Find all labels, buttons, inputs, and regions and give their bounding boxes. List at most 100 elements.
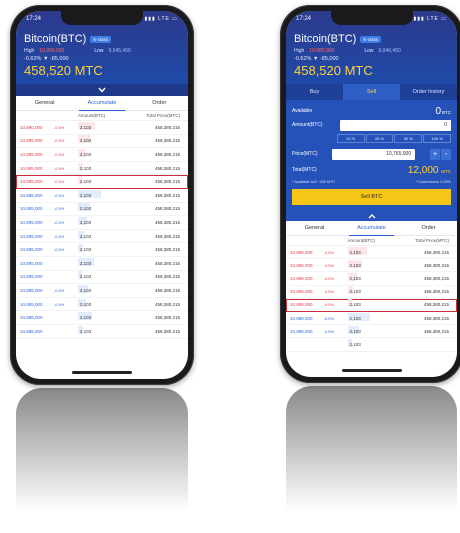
bid-row[interactable]: 10,885,000 -0.5% 2,103 458,380,215 (16, 284, 188, 298)
bid-row[interactable]: 10,885,000 -0.5% 2,103 458,380,215 (16, 189, 188, 203)
row-amount: 2,103 (77, 257, 119, 266)
bid-row[interactable]: 10,885,000 -0.5% 2,103 458,380,215 (16, 298, 188, 312)
price-change: -0.62% ▼ -85,000 (24, 56, 69, 62)
price-change: -0.62% ▼ -85,000 (294, 56, 339, 62)
row-total: 458,380,215 (154, 233, 180, 239)
row-total: 458,380,215 (154, 287, 180, 293)
plus-button[interactable]: + (429, 148, 440, 160)
row-price: 10,885,000 (20, 206, 43, 212)
low-label: Low (364, 48, 374, 54)
bid-row[interactable]: 10,886,000 -0.5% 2,103 458,380,215 (286, 325, 457, 339)
row-price: 10,885,000 (20, 138, 43, 144)
tab-order[interactable]: Order (131, 96, 188, 110)
row-price: 10,885,000 (20, 247, 43, 253)
bid-row[interactable]: 2,103 (286, 338, 457, 352)
ask-row[interactable]: 10,885,000 -0.5% 2,103 458,380,215 (16, 135, 188, 149)
total-value: 12,000 MTC (407, 164, 451, 176)
price-label: Price(MTC) (292, 151, 318, 157)
ask-row[interactable]: 10,890,000 -0.5% 2,103 458,380,215 (16, 121, 188, 135)
tab-sell[interactable]: Sell (343, 84, 400, 100)
collapse-button[interactable] (16, 84, 188, 96)
col-price (16, 113, 78, 118)
percent-100-button[interactable]: 100 % (423, 134, 451, 143)
row-total: 458,380,215 (154, 328, 180, 334)
table-header: Amount(BTC) Total Price(MTC) (16, 111, 188, 121)
row-change: -0.5% (53, 206, 65, 212)
ask-row[interactable]: 10,886,000 -0.5% 2,103 458,380,215 (286, 286, 457, 299)
row-total: 458,380,215 (154, 151, 180, 157)
percent-25-button[interactable]: 25 % (365, 134, 394, 143)
coin-title[interactable]: Bitcoin(BTC) (24, 33, 86, 45)
row-price: 10,886,000 (290, 328, 313, 334)
high-value: 10,990,000 (39, 48, 65, 54)
col-total: Total Price(MTC) (415, 238, 449, 243)
tab-general[interactable]: General (286, 221, 343, 235)
low-label: Low (94, 48, 104, 54)
tab-order-history[interactable]: Order history (400, 84, 457, 100)
bid-row[interactable]: 10,886,000 -0.5% 2,103 458,380,215 (286, 312, 457, 326)
row-price: 10,890,000 (20, 124, 43, 130)
orderbook-rows: 10,890,000 -0.5% 2,103 458,380,215 10,885,00… (16, 121, 188, 339)
ask-row[interactable]: 10,885,000 -0.5% 2,103 458,380,215 (16, 162, 188, 176)
tab-order[interactable]: Order (400, 221, 457, 235)
row-change: -0.5% (323, 315, 335, 321)
row-price: 10,885,000 (20, 219, 43, 225)
row-change: -0.5% (53, 247, 65, 253)
row-price: 10,885,000 (20, 274, 43, 280)
row-amount: 2,103 (77, 230, 119, 239)
tab-accumulate[interactable]: Accumulate (73, 96, 130, 111)
row-price: 10,885,000 (20, 179, 43, 185)
bid-row[interactable]: 10,885,000 -0.5% 2,103 458,380,215 (16, 203, 188, 217)
row-total: 458,380,215 (154, 179, 180, 185)
sell-form: Available 0BTC Amount(BTC) 0 10 % 25 % 5… (286, 100, 457, 211)
row-price: 10,886,000 (290, 315, 313, 321)
low-value: 9,945,450 (108, 48, 131, 54)
row-total: 458,380,215 (154, 165, 180, 171)
row-amount: 2,103 (77, 284, 119, 293)
ask-row[interactable]: 10,886,000 -0.5% 2,103 458,380,215 (286, 298, 457, 312)
chevron-down-icon (98, 87, 106, 93)
row-price: 10,886,000 (290, 275, 313, 281)
row-amount: 2,103 (77, 203, 119, 212)
percent-50-button[interactable]: 50 % (394, 134, 423, 143)
row-amount: 2,103 (347, 286, 389, 295)
row-total: 458,380,215 (423, 315, 449, 321)
sell-button[interactable]: Sell BTC (292, 189, 451, 205)
price-input[interactable]: 10,765,000 (332, 148, 416, 160)
coin-title[interactable]: Bitcoin(BTC) (294, 33, 356, 45)
tab-general[interactable]: General (16, 96, 73, 110)
ask-row[interactable]: 10,886,000 -0.5% 2,103 458,380,215 (286, 272, 457, 286)
table-header: Amount(BTC) Total Price(MTC) (286, 236, 457, 246)
row-price: 10,885,000 (20, 165, 43, 171)
ask-row[interactable]: 10,885,000 -0.5% 2,103 458,380,215 (16, 175, 188, 189)
notch (61, 11, 143, 25)
orderbook-tabs: General Accumulate Order (286, 221, 457, 236)
bid-row[interactable]: 10,885,000 2,103 458,380,215 (16, 325, 188, 339)
row-amount: 2,103 (347, 259, 389, 268)
ask-row[interactable]: 10,886,000 -0.5% 2,103 458,380,215 (286, 259, 457, 273)
percent-10-button[interactable]: 10 % (336, 134, 365, 143)
row-total: 458,380,215 (154, 219, 180, 225)
available-label: Available (292, 108, 313, 114)
tab-buy[interactable]: Buy (286, 84, 343, 100)
high-label: High (24, 48, 35, 54)
bid-row[interactable]: 10,885,000 2,103 458,380,215 (16, 311, 188, 325)
phone-reflection-right (286, 386, 457, 533)
row-change: -0.5% (323, 249, 335, 255)
tab-accumulate[interactable]: Accumulate (343, 221, 400, 236)
status-time: 17:24 (296, 16, 312, 22)
minus-button[interactable]: - (440, 148, 451, 160)
bid-row[interactable]: 10,885,000 2,103 458,380,215 (16, 271, 188, 285)
bid-row[interactable]: 10,885,000 -0.5% 2,103 458,380,215 (16, 216, 188, 230)
row-price: 10,885,000 (20, 315, 43, 321)
ask-row[interactable]: 10,886,000 -0.5% 2,103 458,380,215 (286, 246, 457, 260)
ask-row[interactable]: 10,885,000 -0.5% 2,103 458,380,215 (16, 148, 188, 162)
expand-button[interactable] (286, 211, 457, 221)
bid-row[interactable]: 10,885,000 2,103 458,380,215 (16, 257, 188, 271)
row-amount: 2,103 (347, 299, 389, 308)
bid-row[interactable]: 10,885,000 -0.5% 2,103 458,380,215 (16, 230, 188, 244)
orderbook-rows: 10,886,000 -0.5% 2,103 458,380,215 10,886,00… (286, 246, 457, 352)
row-change: -0.5% (53, 301, 65, 307)
bid-row[interactable]: 10,885,000 -0.5% 2,103 458,380,215 (16, 243, 188, 257)
amount-input[interactable]: 0 (339, 119, 451, 131)
